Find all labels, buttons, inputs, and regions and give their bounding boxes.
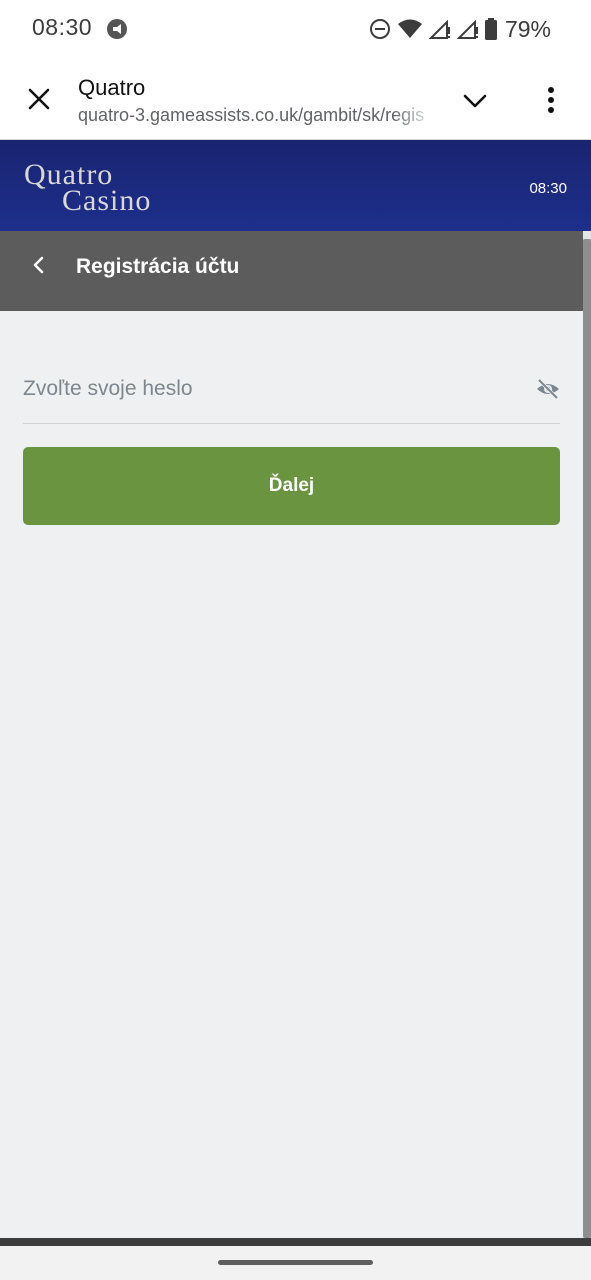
- page-title-bar: Registrácia účtu: [0, 231, 583, 311]
- expand-button[interactable]: [458, 84, 492, 118]
- casino-header: Quatro Casino 08:30: [0, 140, 591, 231]
- scrollbar[interactable]: [583, 231, 591, 1238]
- registration-form: Ďalej: [0, 311, 583, 1238]
- chevron-left-icon: [33, 256, 44, 274]
- casino-logo[interactable]: Quatro Casino: [24, 158, 174, 217]
- more-menu-button[interactable]: [536, 82, 566, 118]
- battery-percentage: 79%: [504, 15, 551, 42]
- browser-toolbar: Quatro quatro-3.gameassists.co.uk/gambit…: [0, 60, 591, 140]
- next-button[interactable]: Ďalej: [23, 447, 560, 525]
- signal-icon: [428, 19, 450, 39]
- bottom-edge: [0, 1238, 591, 1246]
- signal-icon: [456, 19, 478, 39]
- page-title: Registrácia účtu: [76, 255, 240, 278]
- password-input[interactable]: [23, 369, 523, 409]
- site-title: Quatro: [78, 75, 146, 100]
- chevron-down-icon: [463, 94, 487, 108]
- more-vert-icon: [548, 87, 554, 113]
- status-time: 08:30: [32, 14, 93, 40]
- status-icons: 79%: [369, 14, 551, 44]
- close-icon: [28, 88, 50, 110]
- home-gesture-bar[interactable]: [218, 1260, 373, 1265]
- eye-off-icon[interactable]: [536, 377, 560, 401]
- url-block[interactable]: Quatro quatro-3.gameassists.co.uk/gambit…: [78, 74, 436, 128]
- app-notification-icon: [107, 19, 127, 39]
- status-bar: 08:30 79%: [0, 0, 591, 60]
- scrollbar-thumb[interactable]: [583, 239, 591, 1238]
- navigation-area: [0, 1246, 591, 1280]
- site-url: quatro-3.gameassists.co.uk/gambit/sk/reg…: [78, 105, 425, 125]
- do-not-disturb-icon: [369, 19, 390, 39]
- header-time: 08:30: [529, 180, 567, 197]
- close-button[interactable]: [22, 82, 56, 116]
- logo-line2: Casino: [62, 184, 152, 217]
- battery-icon: [484, 18, 497, 40]
- password-field: [23, 355, 560, 424]
- back-button[interactable]: [24, 251, 52, 279]
- wifi-icon: [397, 19, 422, 38]
